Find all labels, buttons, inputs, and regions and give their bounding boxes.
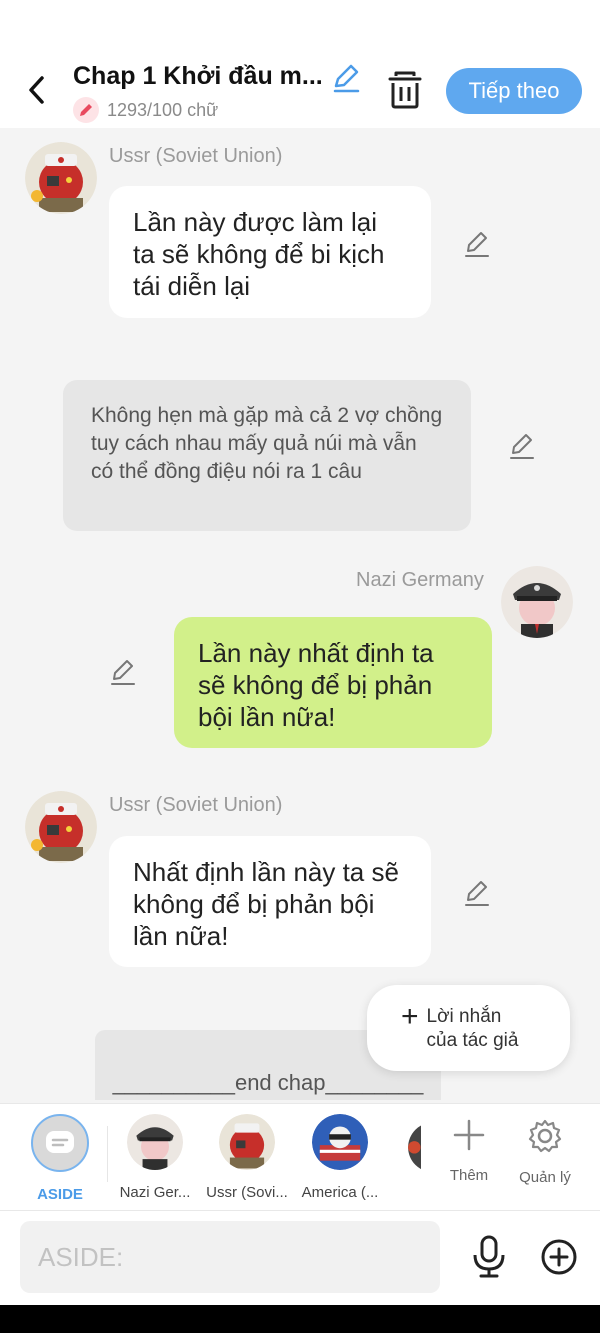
sender-name: Ussr (Soviet Union) xyxy=(109,145,283,167)
plus-icon xyxy=(453,1119,485,1151)
gear-icon xyxy=(528,1119,562,1153)
manage-characters-button[interactable]: Quản lý xyxy=(510,1118,580,1186)
manage-label: Quản lý xyxy=(519,1169,571,1186)
add-circle-icon[interactable] xyxy=(540,1238,578,1276)
message-bubble[interactable]: Nhất định lần này ta sẽ không để bị phản… xyxy=(109,836,431,967)
edit-message-icon[interactable] xyxy=(462,229,492,259)
sender-name: Ussr (Soviet Union) xyxy=(109,794,283,816)
character-avatar xyxy=(219,1114,275,1170)
word-count: 1293/100 chữ xyxy=(73,97,218,123)
sender-name: Nazi Germany xyxy=(356,569,484,591)
narration-bubble[interactable]: Không hẹn mà gặp mà cả 2 vợ chồng tuy cá… xyxy=(63,380,471,531)
add-character-button[interactable]: Thêm xyxy=(434,1118,504,1184)
narration-text: Không hẹn mà gặp mà cả 2 vợ chồng tuy cá… xyxy=(91,404,443,483)
message-bubble[interactable]: Lần này được làm lại ta sẽ không để bi k… xyxy=(109,186,431,318)
character-label: America (... xyxy=(301,1184,379,1201)
message-text: Nhất định lần này ta sẽ không để bị phản… xyxy=(133,857,399,951)
add-label: Thêm xyxy=(449,1167,489,1184)
chapter-title[interactable]: Chap 1 Khởi đầu m... xyxy=(73,62,323,91)
author-note-label: Lời nhắn của tác giả xyxy=(426,1006,519,1051)
header: Chap 1 Khởi đầu m... 1293/100 chữ Tiếp t… xyxy=(0,0,600,128)
trash-icon[interactable] xyxy=(386,70,424,110)
word-count-text: 1293/100 chữ xyxy=(107,99,219,120)
message-bubble-self[interactable]: Lần này nhất định ta sẽ không để bị phản… xyxy=(174,617,492,748)
character-label: ASIDE xyxy=(37,1186,83,1203)
back-arrow-icon[interactable] xyxy=(22,72,54,108)
author-note-button[interactable]: + Lời nhắn của tác giả xyxy=(367,985,570,1071)
message-input[interactable] xyxy=(20,1221,440,1293)
character-ussr[interactable]: Ussr (Sovi... xyxy=(202,1114,292,1201)
edit-narration-icon[interactable] xyxy=(507,431,537,461)
character-bar: ASIDE Nazi Ger... Ussr (Sovi... America … xyxy=(0,1103,600,1211)
plus-icon: + xyxy=(401,1000,419,1033)
system-navigation-bar xyxy=(0,1305,600,1333)
edit-message-icon[interactable] xyxy=(462,878,492,908)
character-nazi-germany[interactable]: Nazi Ger... xyxy=(110,1114,200,1201)
message-text: Lần này nhất định ta sẽ không để bị phản… xyxy=(198,638,434,732)
character-avatar-partial[interactable] xyxy=(405,1124,421,1170)
avatar-nazi-germany[interactable] xyxy=(501,566,573,638)
character-aside[interactable]: ASIDE xyxy=(15,1114,105,1203)
avatar-ussr[interactable] xyxy=(25,142,97,214)
avatar-ussr[interactable] xyxy=(25,791,97,863)
divider xyxy=(107,1126,108,1182)
message-text: Lần này được làm lại ta sẽ không để bi k… xyxy=(133,207,385,301)
edit-message-icon[interactable] xyxy=(108,657,138,687)
character-label: Nazi Ger... xyxy=(119,1184,191,1201)
pencil-icon xyxy=(73,97,99,123)
chat-bubble-icon xyxy=(46,1131,74,1153)
input-bar xyxy=(0,1211,600,1305)
chat-area[interactable]: Ussr (Soviet Union) Lần này được làm lại… xyxy=(0,128,600,1103)
end-chap-text: __________end chap________ xyxy=(112,1070,424,1095)
edit-title-icon[interactable] xyxy=(330,62,362,94)
aside-avatar xyxy=(31,1114,89,1172)
next-button[interactable]: Tiếp theo xyxy=(446,68,582,114)
character-label: Ussr (Sovi... xyxy=(206,1184,288,1201)
character-avatar xyxy=(127,1114,183,1170)
character-america[interactable]: America (... xyxy=(295,1114,385,1201)
microphone-icon[interactable] xyxy=(470,1235,508,1279)
character-avatar xyxy=(312,1114,368,1170)
